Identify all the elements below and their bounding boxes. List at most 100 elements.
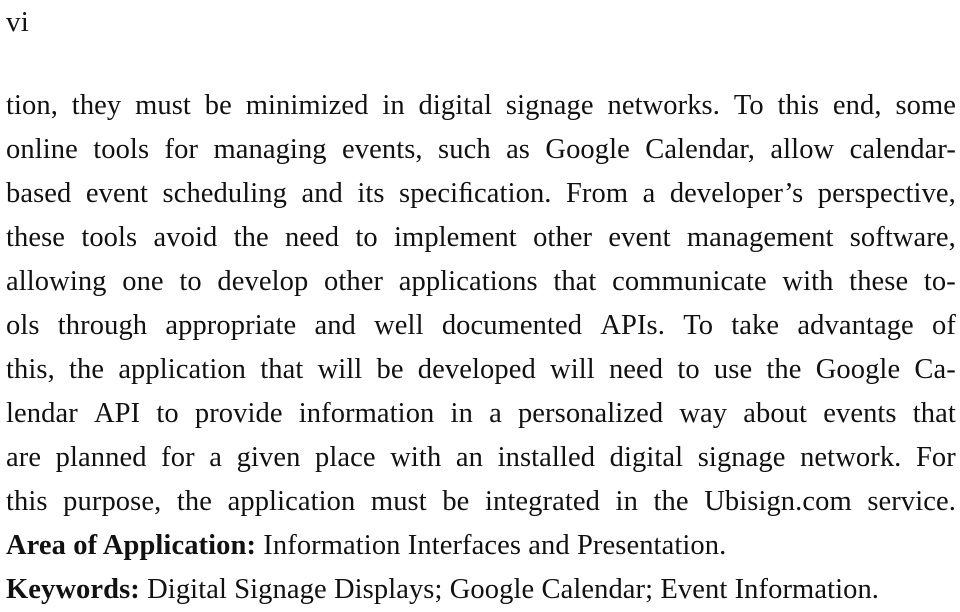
word: Google — [545, 134, 630, 165]
word: given — [236, 442, 301, 473]
word: these — [849, 266, 909, 297]
word: signage — [697, 442, 786, 473]
word: with — [782, 266, 834, 297]
word: documented — [441, 310, 583, 341]
word: in — [450, 398, 473, 429]
word: integrated — [485, 486, 600, 517]
word: use — [713, 354, 753, 385]
text-line: tion, they must be minimized in digital signage… — [6, 84, 956, 128]
keywords-line: Keywords: Digital Signage Displays; Goog… — [6, 568, 956, 612]
word: online — [6, 134, 78, 165]
word: network. — [800, 442, 902, 473]
word: event — [608, 222, 671, 253]
word: signage — [505, 90, 594, 121]
word: to — [677, 354, 700, 385]
word: about — [743, 398, 808, 429]
text-line: this purpose, the application must be integrat… — [6, 480, 956, 524]
word: communicate — [612, 266, 767, 297]
word: application — [118, 354, 247, 385]
word: management — [686, 222, 834, 253]
text-line: allowing one to develop other applications tha… — [6, 260, 956, 304]
word: planned — [55, 442, 147, 473]
word: need — [608, 354, 664, 385]
word: speciﬁcation. — [399, 178, 552, 209]
word: an — [455, 442, 483, 473]
word: Ca- — [914, 354, 956, 385]
word: the — [69, 354, 105, 385]
word: some — [895, 90, 956, 121]
word: in — [615, 486, 638, 517]
text-line: lendar API to provide information in a personal… — [6, 392, 956, 436]
word: For — [915, 442, 956, 473]
word: the — [176, 486, 213, 517]
word: To — [733, 90, 764, 121]
word: ols — [6, 310, 40, 341]
word: From — [565, 178, 629, 209]
text-line: based event scheduling and its speciﬁcation. F… — [6, 172, 956, 216]
word: need — [284, 222, 340, 253]
word: lendar — [6, 398, 78, 429]
word: are — [6, 442, 42, 473]
page-number: vi — [6, 6, 29, 38]
word: developed — [417, 354, 536, 385]
word: avoid — [153, 222, 218, 253]
word: APIs. — [600, 310, 665, 341]
word: applications — [398, 266, 538, 297]
word: other — [533, 222, 593, 253]
word: managing — [213, 134, 327, 165]
word: advantage — [797, 310, 914, 341]
word: in — [382, 90, 405, 121]
keywords-value: Digital Signage Displays; Google Calenda… — [147, 574, 880, 605]
word: allow — [770, 134, 835, 165]
word: tion, — [6, 90, 58, 121]
word: this, — [6, 354, 55, 385]
word: this — [6, 486, 48, 517]
word: this — [777, 90, 820, 121]
word: personalized — [517, 398, 664, 429]
word: appropriate — [165, 310, 297, 341]
word: To — [683, 310, 714, 341]
word: the — [766, 354, 802, 385]
word: way — [679, 398, 728, 429]
word: such — [438, 134, 491, 165]
word: be — [442, 486, 470, 517]
word: the — [653, 486, 689, 517]
word: Calendar, — [645, 134, 756, 165]
word: of — [932, 310, 956, 341]
word: tools — [81, 222, 138, 253]
word: and — [314, 310, 356, 341]
text-line: online tools for managing events, such as Googl… — [6, 128, 956, 172]
word: with — [390, 442, 442, 473]
word: take — [731, 310, 780, 341]
word: to- — [923, 266, 956, 297]
word: will — [317, 354, 363, 385]
text-line: this, the application that will be developed wi… — [6, 348, 956, 392]
word: a — [642, 178, 656, 209]
word: they — [71, 90, 122, 121]
text-line: ols through appropriate and well documented AP… — [6, 304, 956, 348]
word: through — [57, 310, 148, 341]
word: that — [260, 354, 304, 385]
word: Ubisign.com — [704, 486, 852, 517]
word: scheduling — [162, 178, 287, 209]
word: be — [204, 90, 232, 121]
word: provide — [194, 398, 283, 429]
word: to — [355, 222, 378, 253]
word: end, — [832, 90, 882, 121]
document-page: vi tion, they must be minimized in digital sign… — [0, 0, 960, 605]
word: one — [122, 266, 164, 297]
word: events, — [342, 134, 423, 165]
word: perspective, — [817, 178, 956, 209]
word: place — [315, 442, 376, 473]
word: minimized — [245, 90, 369, 121]
word: be — [376, 354, 404, 385]
word: tools — [93, 134, 150, 165]
word: information — [298, 398, 435, 429]
word: to — [156, 398, 179, 429]
word: implement — [394, 222, 517, 253]
word: a — [209, 442, 223, 473]
word: that — [553, 266, 597, 297]
word: will — [550, 354, 595, 385]
word: these — [6, 222, 66, 253]
word: develop — [217, 266, 309, 297]
